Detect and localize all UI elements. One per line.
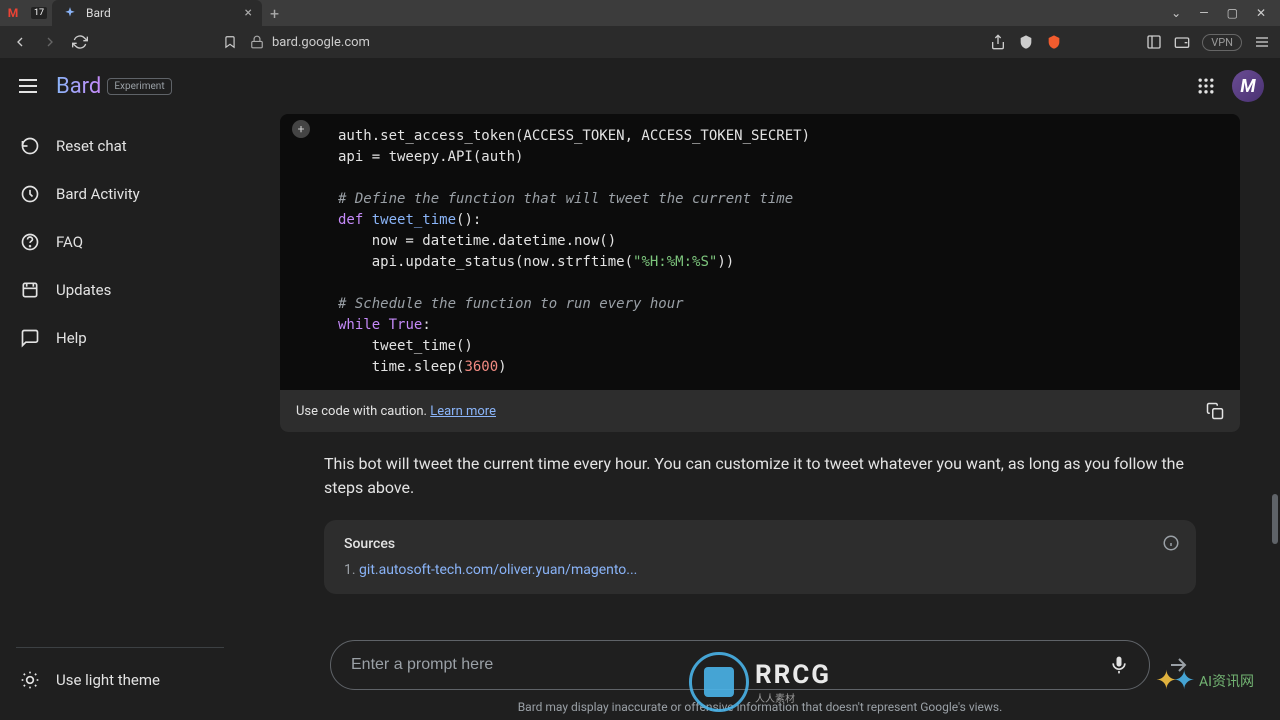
- updates-icon: [20, 280, 40, 300]
- url-text[interactable]: bard.google.com: [272, 35, 370, 50]
- experiment-badge: Experiment: [107, 78, 171, 95]
- browser-tab-strip: M 17 Bard × + ⌄ — ▢ ✕: [0, 0, 1280, 26]
- brave-icon[interactable]: [1046, 34, 1062, 50]
- sidebar: Reset chat Bard Activity FAQ Updates: [0, 114, 240, 720]
- sidebar-item-label: Bard Activity: [56, 185, 140, 203]
- maximize-button[interactable]: ▢: [1227, 6, 1238, 20]
- scrollbar-thumb[interactable]: [1272, 494, 1278, 544]
- wallet-icon[interactable]: [1174, 34, 1190, 50]
- hamburger-menu-button[interactable]: [16, 74, 40, 98]
- app-header: Bard Experiment M: [0, 58, 1280, 114]
- code-block: + auth.set_access_token(ACCESS_TOKEN, AC…: [280, 114, 1240, 432]
- input-area: Bard may display inaccurate or offensive…: [240, 628, 1280, 720]
- pinned-tab-gmail[interactable]: M: [0, 0, 26, 26]
- bard-logo[interactable]: Bard Experiment: [56, 74, 172, 99]
- menu-icon[interactable]: [1254, 34, 1270, 50]
- sidebar-item-theme[interactable]: Use light theme: [0, 656, 228, 704]
- help-icon: [20, 232, 40, 252]
- shield-icon[interactable]: [1018, 34, 1034, 50]
- sun-icon: [20, 670, 40, 690]
- caution-text: Use code with caution.: [296, 404, 427, 419]
- lock-icon[interactable]: [250, 35, 264, 49]
- source-link[interactable]: git.autosoft-tech.com/oliver.yuan/magent…: [359, 562, 637, 578]
- forward-button[interactable]: [40, 34, 60, 50]
- vpn-badge[interactable]: VPN: [1202, 34, 1242, 51]
- chevron-down-icon[interactable]: ⌄: [1171, 6, 1181, 20]
- back-button[interactable]: [10, 34, 30, 50]
- code-expand-button[interactable]: +: [292, 120, 310, 138]
- source-item: 1. git.autosoft-tech.com/oliver.yuan/mag…: [344, 562, 1176, 578]
- sidebar-item-updates[interactable]: Updates: [0, 266, 228, 314]
- sources-title: Sources: [344, 536, 1176, 552]
- sidebar-item-label: Help: [56, 329, 87, 347]
- prompt-input[interactable]: [351, 656, 1097, 674]
- reset-icon: [20, 136, 40, 156]
- apps-grid-icon[interactable]: [1196, 76, 1216, 96]
- copy-code-button[interactable]: [1206, 402, 1224, 420]
- address-bar: bard.google.com VPN: [0, 26, 1280, 58]
- minimize-button[interactable]: —: [1199, 6, 1208, 20]
- avatar[interactable]: M: [1232, 70, 1264, 102]
- new-tab-button[interactable]: +: [262, 4, 287, 23]
- sidebar-divider: [16, 647, 224, 648]
- history-icon: [20, 184, 40, 204]
- feedback-icon: [20, 328, 40, 348]
- chat-content: + auth.set_access_token(ACCESS_TOKEN, AC…: [240, 114, 1280, 720]
- tab-close-button[interactable]: ×: [245, 5, 252, 21]
- sidebar-item-label: FAQ: [56, 233, 83, 251]
- sidebar-item-label: Updates: [56, 281, 111, 299]
- sources-box: Sources 1. git.autosoft-tech.com/oliver.…: [324, 520, 1196, 594]
- prompt-box[interactable]: [330, 640, 1150, 690]
- sidebar-item-label: Reset chat: [56, 137, 127, 155]
- disclaimer-text: Bard may display inaccurate or offensive…: [518, 700, 1003, 714]
- brand-text: Bard: [56, 74, 101, 99]
- sidebar-item-label: Use light theme: [56, 671, 160, 689]
- sidebar-item-activity[interactable]: Bard Activity: [0, 170, 228, 218]
- sidebar-item-reset-chat[interactable]: Reset chat: [0, 122, 228, 170]
- code-content: auth.set_access_token(ACCESS_TOKEN, ACCE…: [280, 122, 1240, 390]
- sidebar-item-faq[interactable]: FAQ: [0, 218, 228, 266]
- tab-active[interactable]: Bard ×: [52, 0, 262, 26]
- close-window-button[interactable]: ✕: [1256, 6, 1266, 20]
- info-icon[interactable]: [1162, 534, 1180, 552]
- code-caution-bar: Use code with caution. Learn more: [280, 390, 1240, 432]
- sidebar-toggle-icon[interactable]: [1146, 34, 1162, 50]
- sidebar-item-help[interactable]: Help: [0, 314, 228, 362]
- send-button[interactable]: [1166, 653, 1190, 677]
- mic-button[interactable]: [1109, 655, 1129, 675]
- tab-title: Bard: [86, 6, 237, 20]
- share-icon[interactable]: [990, 34, 1006, 50]
- response-text: This bot will tweet the current time eve…: [324, 452, 1196, 500]
- pinned-tab-2[interactable]: 17: [26, 0, 52, 26]
- reload-button[interactable]: [70, 34, 90, 50]
- learn-more-link[interactable]: Learn more: [430, 404, 496, 419]
- bookmark-icon[interactable]: [220, 35, 240, 49]
- bard-favicon-icon: [62, 5, 78, 21]
